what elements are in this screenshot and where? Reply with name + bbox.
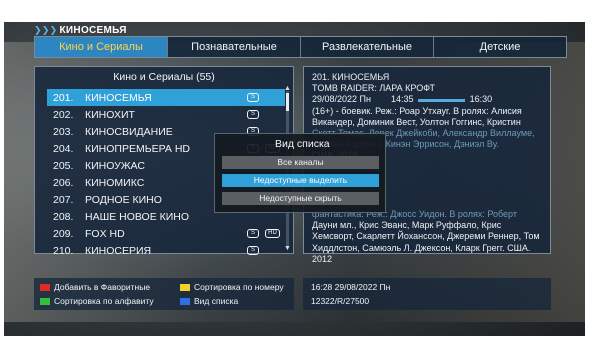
channel-row[interactable]: 210. КИНОСЕРИЯ S [47, 242, 285, 259]
logo-text: КИНОСЕМЬЯ [59, 25, 127, 36]
list-scrollbar-thumb[interactable] [286, 93, 289, 111]
channel-number: 206. [53, 176, 74, 189]
legend-red-item[interactable]: Добавить в Фаворитные [40, 282, 150, 292]
channel-number: 203. [53, 125, 74, 138]
epg-description-line: Хиддлстон, Самюэль Л. Джексон, Кларк Гре… [312, 242, 531, 253]
scrambled-badge: S [247, 93, 259, 102]
color-key-legend: Добавить в Фаворитные Сортировка по номе… [34, 278, 294, 310]
channel-number: 207. [53, 193, 74, 206]
channel-number: 201. [53, 91, 74, 104]
legend-green-item[interactable]: Сортировка по алфавиту [40, 296, 154, 306]
hd-badge: HD [265, 229, 280, 238]
blue-key-icon [180, 297, 190, 305]
epg-description-line: Викандер, Доминик Вест, Уолтон Гоггинс, … [312, 116, 521, 127]
option-highlight-unavailable[interactable]: Недоступные выделить [222, 174, 379, 187]
tab-poznavatelnye[interactable]: Познавательные [168, 37, 301, 57]
epg-program-title: TOMB RAIDER: ЛАРА КРОФТ [312, 83, 436, 94]
scroll-down-icon: ▼ [284, 245, 291, 252]
scroll-up-icon: ▲ [284, 85, 291, 92]
category-tabs: Кино и Сериалы Познавательные Развлекате… [34, 36, 567, 58]
channel-number: 210. [53, 244, 74, 257]
transponder-frequency: 12322/R/27500 [311, 296, 370, 306]
scrambled-badge: S [247, 246, 259, 255]
scrambled-badge: S [247, 229, 259, 238]
popup-title: Вид списка [275, 138, 330, 150]
epg-time-row: 29/08/2022 Пн 14:35 16:30 [312, 94, 550, 105]
epg-next-program: фантастика. Реж.: Джосс Уидон. В ролях: … [312, 209, 548, 265]
green-key-icon [40, 297, 50, 305]
list-view-popup: Вид списка Все каналы Недоступные выдели… [214, 133, 386, 213]
channel-list-title: Кино и Сериалы (55) [113, 71, 215, 83]
epg-description-line: 2012 [312, 253, 333, 264]
legend-label: Вид списка [194, 296, 239, 306]
option-all-channels[interactable]: Все каналы [222, 156, 379, 169]
logo-mark-icon: ❯❯❯ [34, 25, 58, 35]
channel-row[interactable]: 201. КИНОСЕМЬЯ S [47, 89, 285, 106]
tv-screen: ❯❯❯ КИНОСЕМЬЯ Кино и Сериалы Познавательн… [0, 0, 589, 337]
channel-number: 205. [53, 159, 74, 172]
epg-description-line: Дауни мл., Крис Эванс, Марк Руффало, Кри… [312, 220, 502, 231]
channel-number: 202. [53, 108, 74, 121]
legend-yellow-item[interactable]: Сортировка по номеру [180, 282, 284, 292]
tab-razvlekatelnye[interactable]: Развлекательные [301, 37, 434, 57]
epg-progress-bar [418, 98, 466, 102]
scrambled-badge: S [247, 110, 259, 119]
yellow-key-icon [180, 283, 190, 291]
epg-channel: 201. КИНОСЕМЬЯ [312, 72, 390, 82]
status-info: 16:28 29/08/2022 Пн 12322/R/27500 [303, 278, 551, 310]
channel-logo: ❯❯❯ КИНОСЕМЬЯ [34, 25, 127, 36]
channel-number: 208. [53, 210, 74, 223]
epg-description-line: (16+) - боевик. Реж.: Роар Утхауг. В рол… [312, 105, 522, 116]
legend-label: Сортировка по алфавиту [54, 296, 154, 306]
channel-number: 204. [53, 142, 74, 155]
epg-description-line: Хемсворт, Скарлетт Йоханссон, Джереми Ре… [312, 231, 540, 242]
tab-kino-i-serialy[interactable]: Кино и Сериалы [35, 37, 168, 57]
red-key-icon [40, 283, 50, 291]
tab-detskie[interactable]: Детские [434, 37, 566, 57]
legend-label: Добавить в Фаворитные [54, 282, 151, 292]
channel-number: 209. [53, 227, 74, 240]
legend-label: Сортировка по номеру [194, 282, 284, 292]
channel-row[interactable]: 209. FOX HD S HD [47, 225, 285, 242]
epg-start-time: 14:35 [391, 94, 414, 105]
channel-row[interactable]: 202. КИНОХИТ S [47, 106, 285, 123]
epg-end-time: 16:30 [469, 94, 493, 105]
legend-blue-item[interactable]: Вид списка [180, 296, 238, 306]
option-hide-unavailable[interactable]: Недоступные скрыть [222, 192, 379, 205]
current-datetime: 16:28 29/08/2022 Пн [311, 282, 391, 292]
epg-date: 29/08/2022 Пн [312, 94, 371, 105]
